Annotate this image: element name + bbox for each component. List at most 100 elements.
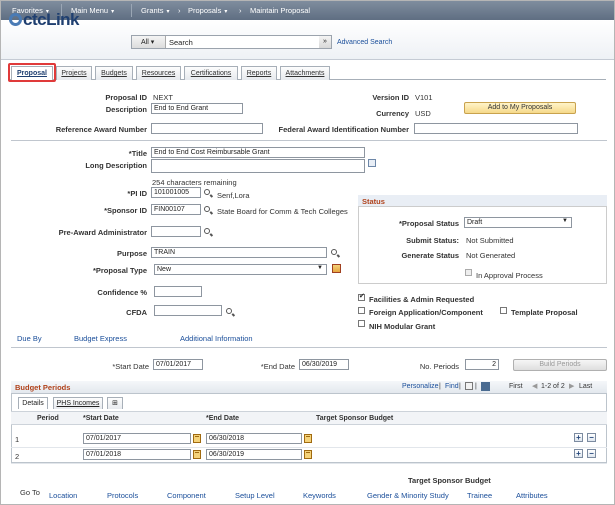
title-label: *Title <box>128 149 147 158</box>
show-all-columns-icon[interactable]: ⊞ <box>107 397 123 409</box>
pi-id-input[interactable]: 101001005 <box>151 187 201 198</box>
row-1-start-calendar-icon[interactable] <box>193 434 201 443</box>
row-2-add-button[interactable]: + <box>574 449 583 458</box>
confidence-input[interactable] <box>154 286 202 297</box>
cfda-lookup-search-icon[interactable] <box>226 308 232 314</box>
row-2-end-calendar-icon[interactable] <box>304 450 312 459</box>
row-1-remove-button[interactable]: − <box>587 433 596 442</box>
foreign-application-checkbox[interactable] <box>358 307 365 314</box>
advanced-search-link[interactable]: Advanced Search <box>337 39 392 46</box>
federal-award-label: Federal Award Identification Number <box>278 125 409 134</box>
purpose-input[interactable]: TRAIN <box>151 247 327 258</box>
nih-modular-checkbox[interactable] <box>358 320 365 327</box>
goto-attributes-link[interactable]: Attributes <box>516 491 548 500</box>
ctclink-logo: ctcLink <box>9 10 80 30</box>
title-input[interactable]: End to End Cost Reimbursable Grant <box>151 147 365 158</box>
purpose-label: Purpose <box>116 249 147 258</box>
end-date-input[interactable]: 06/30/2019 <box>299 359 349 370</box>
search-scope-dropdown[interactable]: All ▾ <box>132 36 166 48</box>
submit-status-label: Submit Status: <box>406 236 459 245</box>
divider <box>11 140 607 141</box>
next-page-icon[interactable]: ▶ <box>569 382 574 390</box>
federal-award-input[interactable] <box>414 123 578 134</box>
facilities-admin-checkbox[interactable] <box>358 292 365 301</box>
proposal-status-select[interactable]: Draft ▼ <box>464 217 572 228</box>
no-periods-label: No. Periods <box>419 362 459 371</box>
add-to-my-proposals-button[interactable]: Add to My Proposals <box>464 102 576 114</box>
sponsor-id-input[interactable]: FIN00107 <box>151 204 201 215</box>
proposal-type-select[interactable]: New ▼ <box>154 264 327 275</box>
submit-status-value: Not Submitted <box>466 236 514 245</box>
start-date-label: *Start Date <box>112 362 149 371</box>
currency-label: Currency <box>376 109 409 118</box>
no-periods-input[interactable]: 2 <box>465 359 499 370</box>
pi-lookup-search-icon[interactable] <box>204 189 210 195</box>
cfda-input[interactable] <box>154 305 222 316</box>
personalize-link[interactable]: Personalize <box>402 383 439 390</box>
search-go-button[interactable]: » <box>319 36 331 48</box>
in-approval-checkbox <box>465 269 472 276</box>
row-2-start-calendar-icon[interactable] <box>193 450 201 459</box>
reference-award-label: Reference Award Number <box>55 125 147 134</box>
description-input[interactable]: End to End Grant <box>151 103 243 114</box>
purpose-lookup-search-icon[interactable] <box>331 249 337 255</box>
nav-grants[interactable]: Grants ▾ <box>141 6 170 15</box>
tab-resources[interactable]: Resources <box>136 66 181 80</box>
start-date-input[interactable]: 07/01/2017 <box>153 359 203 370</box>
row-1-period: 1 <box>15 435 20 444</box>
goto-setup-level-link[interactable]: Setup Level <box>235 491 275 500</box>
template-proposal-checkbox[interactable] <box>500 307 507 314</box>
pre-award-lookup-search-icon[interactable] <box>204 228 210 234</box>
expand-text-icon[interactable] <box>368 159 376 167</box>
row-2-end-date-input[interactable]: 06/30/2019 <box>206 449 302 460</box>
download-icon[interactable] <box>481 382 490 391</box>
generate-status-value: Not Generated <box>466 251 516 260</box>
previous-page-icon[interactable]: ◀ <box>532 382 537 390</box>
find-link[interactable]: Find <box>445 383 459 390</box>
due-by-link[interactable]: Due By <box>17 334 42 343</box>
build-periods-button[interactable]: Build Periods <box>513 359 607 371</box>
proposal-type-action-icon[interactable] <box>332 264 341 273</box>
row-1-end-calendar-icon[interactable] <box>304 434 312 443</box>
proposal-id-label: Proposal ID <box>105 93 147 102</box>
goto-location-link[interactable]: Location <box>49 491 77 500</box>
tab-details[interactable]: Details <box>18 397 48 409</box>
row-1-end-date-input[interactable]: 06/30/2018 <box>206 433 302 444</box>
tab-certifications[interactable]: Certifications <box>184 66 238 80</box>
pi-name: Senf,Lora <box>217 191 250 200</box>
nav-proposals[interactable]: Proposals ▾ <box>188 6 227 15</box>
last-page-label[interactable]: Last <box>579 383 592 390</box>
confidence-label: Confidence % <box>97 288 147 297</box>
row-divider <box>11 447 607 448</box>
sponsor-lookup-search-icon[interactable] <box>204 206 210 212</box>
row-2-start-date-input[interactable]: 07/01/2018 <box>83 449 191 460</box>
goto-trainee-link[interactable]: Trainee <box>467 491 492 500</box>
tab-reports[interactable]: Reports <box>241 66 277 80</box>
tab-projects[interactable]: Projects <box>56 66 92 80</box>
budget-express-link[interactable]: Budget Express <box>74 334 127 343</box>
row-1-start-date-input[interactable]: 07/01/2017 <box>83 433 191 444</box>
currency-value: USD <box>415 109 431 118</box>
row-1-add-button[interactable]: + <box>574 433 583 442</box>
goto-gender-minority-link[interactable]: Gender & Minority Study <box>367 491 449 500</box>
nih-modular-label: NIH Modular Grant <box>369 322 436 331</box>
row-2-remove-button[interactable]: − <box>587 449 596 458</box>
long-description-input[interactable] <box>151 159 365 173</box>
goto-protocols-link[interactable]: Protocols <box>107 491 138 500</box>
facilities-admin-label: Facilities & Admin Requested <box>369 295 475 304</box>
nav-divider <box>131 4 132 17</box>
goto-component-link[interactable]: Component <box>167 491 206 500</box>
chevron-down-icon: ▼ <box>317 265 323 271</box>
tab-phs-incomes[interactable]: PHS Incomes <box>53 397 103 409</box>
tab-attachments[interactable]: Attachments <box>280 66 330 80</box>
first-page-label[interactable]: First <box>509 383 523 390</box>
reference-award-input[interactable] <box>151 123 263 134</box>
additional-information-link[interactable]: Additional Information <box>180 334 253 343</box>
tab-budgets[interactable]: Budgets <box>95 66 133 80</box>
pre-award-admin-label: Pre-Award Administrator <box>58 228 147 237</box>
column-end-date: End Date <box>206 415 239 422</box>
pi-id-label: *PI ID <box>127 189 147 198</box>
view-all-icon[interactable] <box>465 382 473 390</box>
pre-award-admin-input[interactable] <box>151 226 201 237</box>
goto-keywords-link[interactable]: Keywords <box>303 491 336 500</box>
